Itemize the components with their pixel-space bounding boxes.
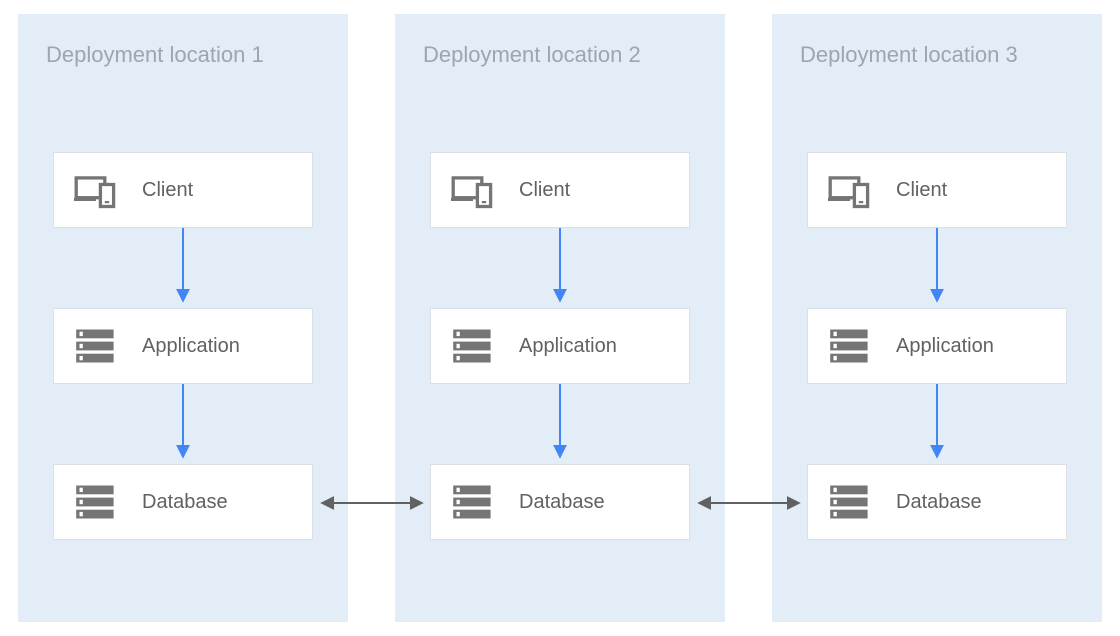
devices-icon [451,170,495,210]
server-icon [451,326,495,366]
node-client: Client [430,152,690,228]
server-icon [828,326,872,366]
arrow-app-to-db [935,384,939,464]
deployment-panel-2: Deployment location 2 Client Application… [395,14,725,622]
node-label: Client [519,179,570,202]
server-icon [828,482,872,522]
node-label: Database [896,491,982,514]
node-label: Application [519,335,617,358]
panel-title: Deployment location 1 [46,42,264,68]
node-label: Database [519,491,605,514]
node-database: Database [430,464,690,540]
server-icon [74,326,118,366]
deployment-panel-1: Deployment location 1 Client Application… [18,14,348,622]
node-label: Application [896,335,994,358]
node-label: Client [896,179,947,202]
server-icon [74,482,118,522]
node-label: Application [142,335,240,358]
node-client: Client [807,152,1067,228]
devices-icon [74,170,118,210]
arrow-client-to-app [935,228,939,308]
node-database: Database [807,464,1067,540]
node-client: Client [53,152,313,228]
arrow-app-to-db [558,384,562,464]
node-database: Database [53,464,313,540]
node-label: Client [142,179,193,202]
deployment-panel-3: Deployment location 3 Client Application… [772,14,1102,622]
arrow-client-to-app [558,228,562,308]
arrow-app-to-db [181,384,185,464]
devices-icon [828,170,872,210]
node-label: Database [142,491,228,514]
node-application: Application [807,308,1067,384]
server-icon [451,482,495,522]
arrow-client-to-app [181,228,185,308]
node-application: Application [53,308,313,384]
panel-title: Deployment location 2 [423,42,641,68]
panel-title: Deployment location 3 [800,42,1018,68]
node-application: Application [430,308,690,384]
